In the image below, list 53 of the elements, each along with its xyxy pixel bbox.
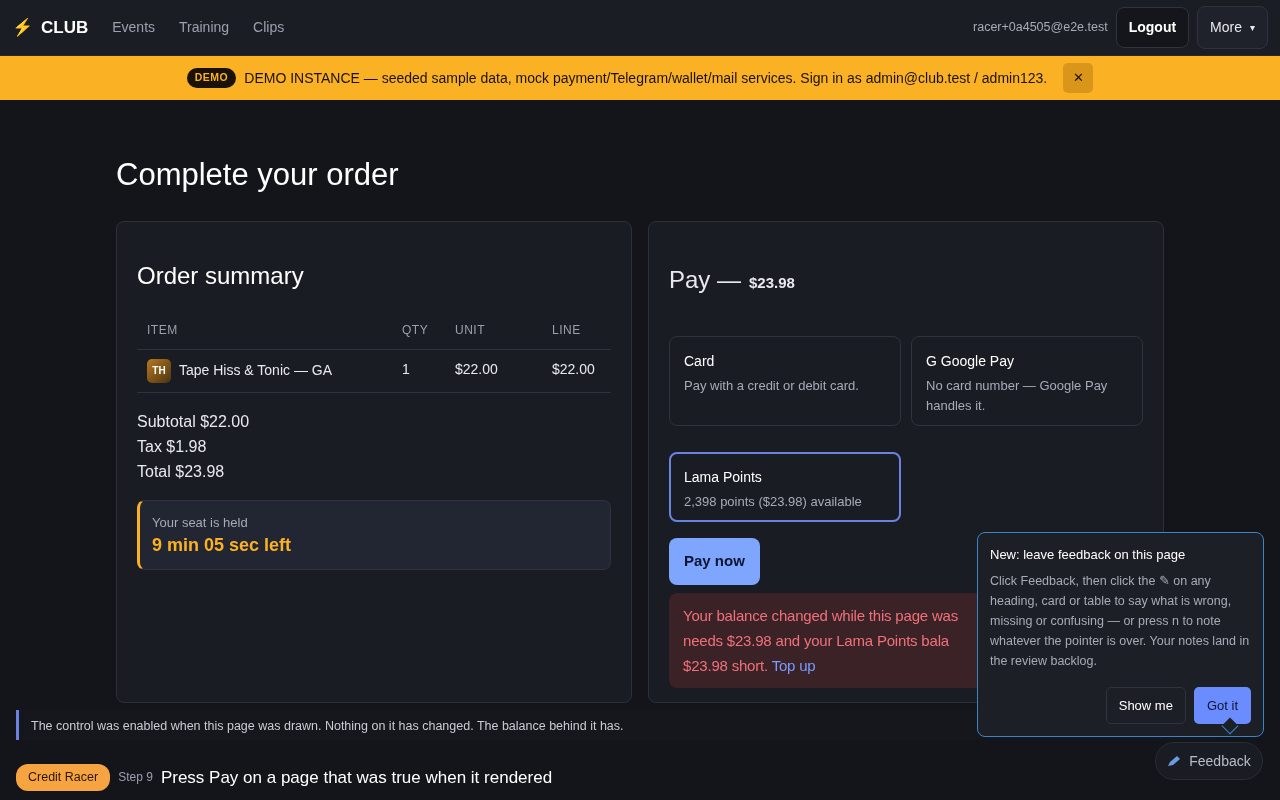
hold-timer: 9 min 05 sec left [152,534,293,558]
close-button[interactable]: ✕ [1063,63,1094,93]
top-up-link[interactable]: Top up [771,656,816,674]
error-text: Your balance changed while this page was [683,606,958,624]
error-text: $23.98 short. [683,656,768,674]
persona-badge: Credit Racer [16,764,111,791]
column-header: LINE [542,321,611,350]
column-header: ITEM [137,321,392,350]
pay-amount: $23.98 [749,273,795,294]
step-label: Step 9 [118,769,153,787]
user-email: racer+0a4505@e2e.test [973,19,1108,37]
bolt-icon: ⚡ [12,14,33,41]
nav-link[interactable]: Events [112,17,156,38]
total-line: Tax $1.98 [137,437,208,457]
demo-badge: DEMO [186,68,237,88]
table-cell: 1 [392,350,445,393]
payment-method-option[interactable]: Card Pay with a credit or debit card. [669,336,901,427]
table-cell: $22.00 [445,350,542,393]
brand-logo[interactable]: CLUB [41,14,89,41]
popover-title: New: leave feedback on this page [990,546,1187,564]
method-name: Lama Points [684,468,763,488]
popover-text: Click Feedback, then click the ✎ on any heading, card or table to say what is wrong, missing or confusing — or press n to note whatever the pointer is over. Your notes land in the review backlog. [990,572,1251,670]
method-name: Card [684,352,716,372]
table-cell: $22.00 [542,350,611,393]
method-description: 2,398 points ($23.98) available [684,493,863,512]
caret-icon: ▾ [1250,20,1255,35]
logout-button[interactable]: Logout [1115,7,1190,48]
method-description: Pay with a credit or debit card. [684,377,860,396]
banner-text: DEMO INSTANCE — seeded sample data, mock payment/Telegram/wallet/mail services. Sign in as admin@club.test / admin123. [244,68,1048,88]
hold-label: Your seat is held [152,514,249,532]
got-it-button[interactable]: Got it [1193,686,1251,724]
payment-method-option[interactable]: G Google Pay No card number — Google Pay handles it. [911,336,1143,427]
more-menu-button[interactable]: More ▾ [1197,6,1268,49]
total-line: Subtotal $22.00 [137,412,251,432]
step-instruction: Press Pay on a page that was true when it rendered [160,766,553,789]
error-text: needs $23.98 and your Lama Points bala [683,631,949,649]
feedback-button[interactable]: Feedback [1155,742,1263,780]
payment-method-option[interactable]: Lama Points 2,398 points ($23.98) available [669,452,901,523]
total-line: Total $23.98 [137,462,226,482]
item-name: Tape Hiss & Tonic — GA [179,361,333,381]
page-title: Complete your order [116,156,400,194]
item-thumbnail: TH [147,359,171,383]
method-name: G Google Pay [926,352,1015,372]
card-title: Order summary [137,262,305,291]
card-title: Pay — [669,265,742,296]
show-me-button[interactable]: Show me [1105,686,1186,724]
nav-link[interactable]: Clips [253,17,285,38]
method-description: No card number — Google Pay handles it. [926,377,1109,416]
column-header: UNIT [445,321,542,350]
column-header: QTY [392,321,445,350]
pencil-icon [1167,755,1182,767]
nav-link[interactable]: Training [179,17,230,38]
pay-now-button[interactable]: Pay now [669,538,760,585]
